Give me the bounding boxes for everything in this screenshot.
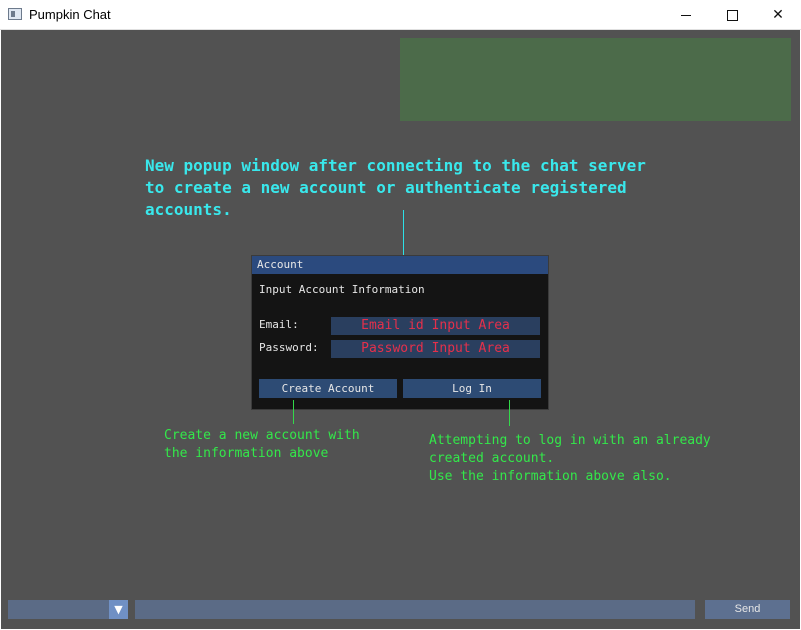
- login-button[interactable]: Log In: [403, 379, 541, 398]
- recipient-dropdown[interactable]: ▼: [8, 600, 128, 619]
- popup-annotation: New popup window after connecting to the…: [145, 156, 646, 219]
- login-annotation-pointer: [509, 400, 510, 426]
- status-panel: [400, 38, 791, 121]
- minimize-icon: [681, 14, 691, 16]
- close-button[interactable]: ✕: [755, 0, 801, 30]
- title-bar: Pumpkin Chat ✕: [0, 0, 801, 30]
- create-annotation-pointer: [293, 400, 294, 424]
- dialog-title-bar[interactable]: Account: [252, 256, 548, 274]
- create-account-button[interactable]: Create Account: [259, 379, 397, 398]
- triangle-down-icon[interactable]: ▼: [109, 600, 128, 619]
- maximize-button[interactable]: [709, 0, 755, 30]
- maximize-icon: [726, 9, 738, 21]
- create-account-annotation: Create a new account with the informatio…: [164, 428, 360, 461]
- password-label: Password:: [259, 341, 319, 354]
- email-field[interactable]: Email id Input Area: [331, 317, 540, 335]
- chat-client-area: New popup window after connecting to the…: [1, 30, 800, 629]
- window-title: Pumpkin Chat: [29, 7, 111, 22]
- dialog-heading: Input Account Information: [259, 283, 425, 296]
- login-annotation: Attempting to log in with an already cre…: [429, 433, 711, 484]
- message-input[interactable]: [135, 600, 695, 619]
- minimize-button[interactable]: [663, 0, 709, 30]
- close-icon: ✕: [772, 7, 784, 23]
- app-window-icon: [8, 8, 22, 20]
- password-field[interactable]: Password Input Area: [331, 340, 540, 358]
- email-label: Email:: [259, 318, 299, 331]
- account-dialog: Account Input Account Information Email:…: [251, 255, 549, 410]
- send-button[interactable]: Send: [705, 600, 790, 619]
